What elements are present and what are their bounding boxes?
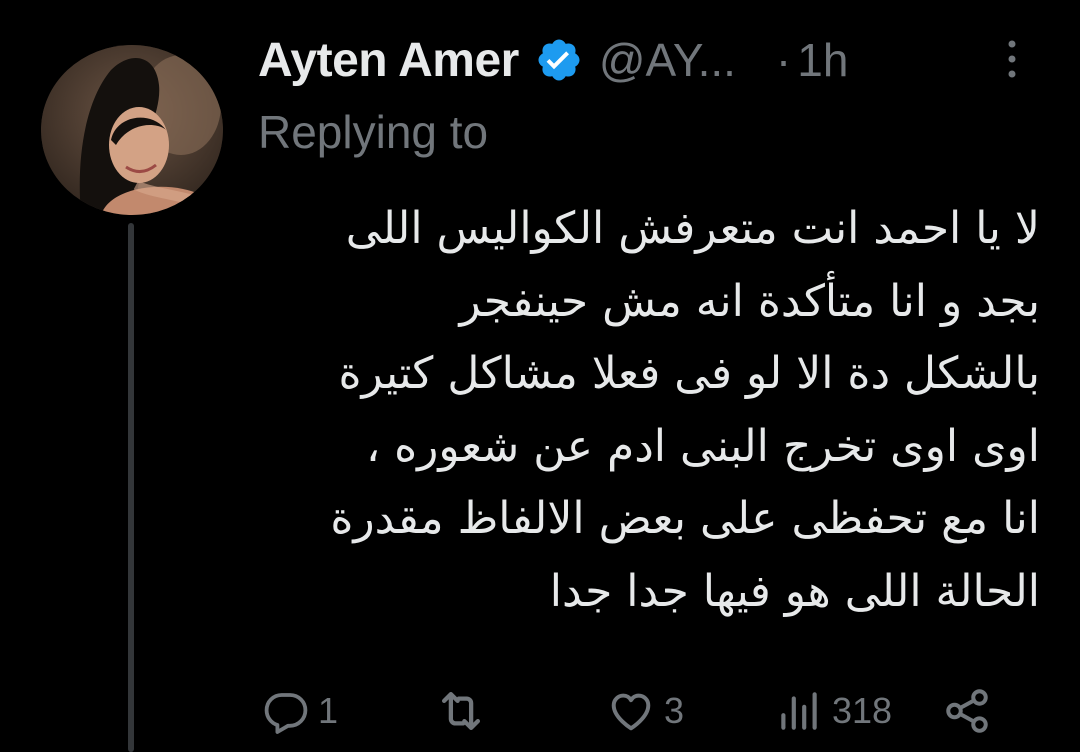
verified-badge-icon	[535, 36, 583, 84]
share-button[interactable]	[942, 680, 992, 742]
like-count: 3	[664, 690, 685, 731]
retweet-icon	[434, 684, 488, 738]
tweet-text-line: انا مع تحفظى على بعض الالفاظ مقدرة	[330, 493, 1040, 544]
timestamp[interactable]: 1h	[797, 33, 848, 87]
more-options-icon[interactable]	[1000, 34, 1024, 84]
share-icon	[942, 686, 992, 736]
heart-icon	[606, 686, 656, 736]
like-button[interactable]: 3	[606, 680, 684, 742]
reply-count: 1	[318, 690, 339, 731]
views-count: 318	[832, 690, 893, 731]
display-name[interactable]: Ayten Amer	[258, 33, 519, 88]
handle[interactable]: @AY...	[599, 33, 736, 87]
tweet-text-line: بجد و انا متأكدة انه مش حينفجر	[459, 275, 1040, 327]
reply-icon	[262, 687, 310, 735]
separator-dot: ·	[775, 34, 792, 86]
avatar[interactable]	[41, 45, 223, 215]
tweet-text: لا يا احمد انت متعرفش الكواليس اللى بجد …	[250, 193, 1040, 628]
tweet-text-line: اوى اوى تخرج البنى ادم عن شعوره ،	[365, 420, 1040, 472]
views-button[interactable]: 318	[774, 680, 892, 742]
replying-to-label: Replying to	[258, 106, 489, 158]
views-icon	[774, 686, 824, 736]
tweet-actions: 1 3 318	[262, 680, 1042, 742]
reply-button[interactable]: 1	[262, 680, 338, 742]
thread-line	[128, 223, 134, 752]
tweet-header: Ayten Amer @AY... · 1h	[258, 25, 1058, 95]
tweet-text-line: بالشكل دة الا لو فى فعلا مشاكل كتيرة	[338, 348, 1041, 399]
retweet-button[interactable]	[434, 680, 496, 742]
tweet-text-line: الحالة اللى هو فيها جدا جدا	[549, 565, 1040, 617]
tweet-text-line: لا يا احمد انت متعرفش الكواليس اللى	[345, 203, 1040, 254]
profile-photo	[41, 45, 223, 215]
